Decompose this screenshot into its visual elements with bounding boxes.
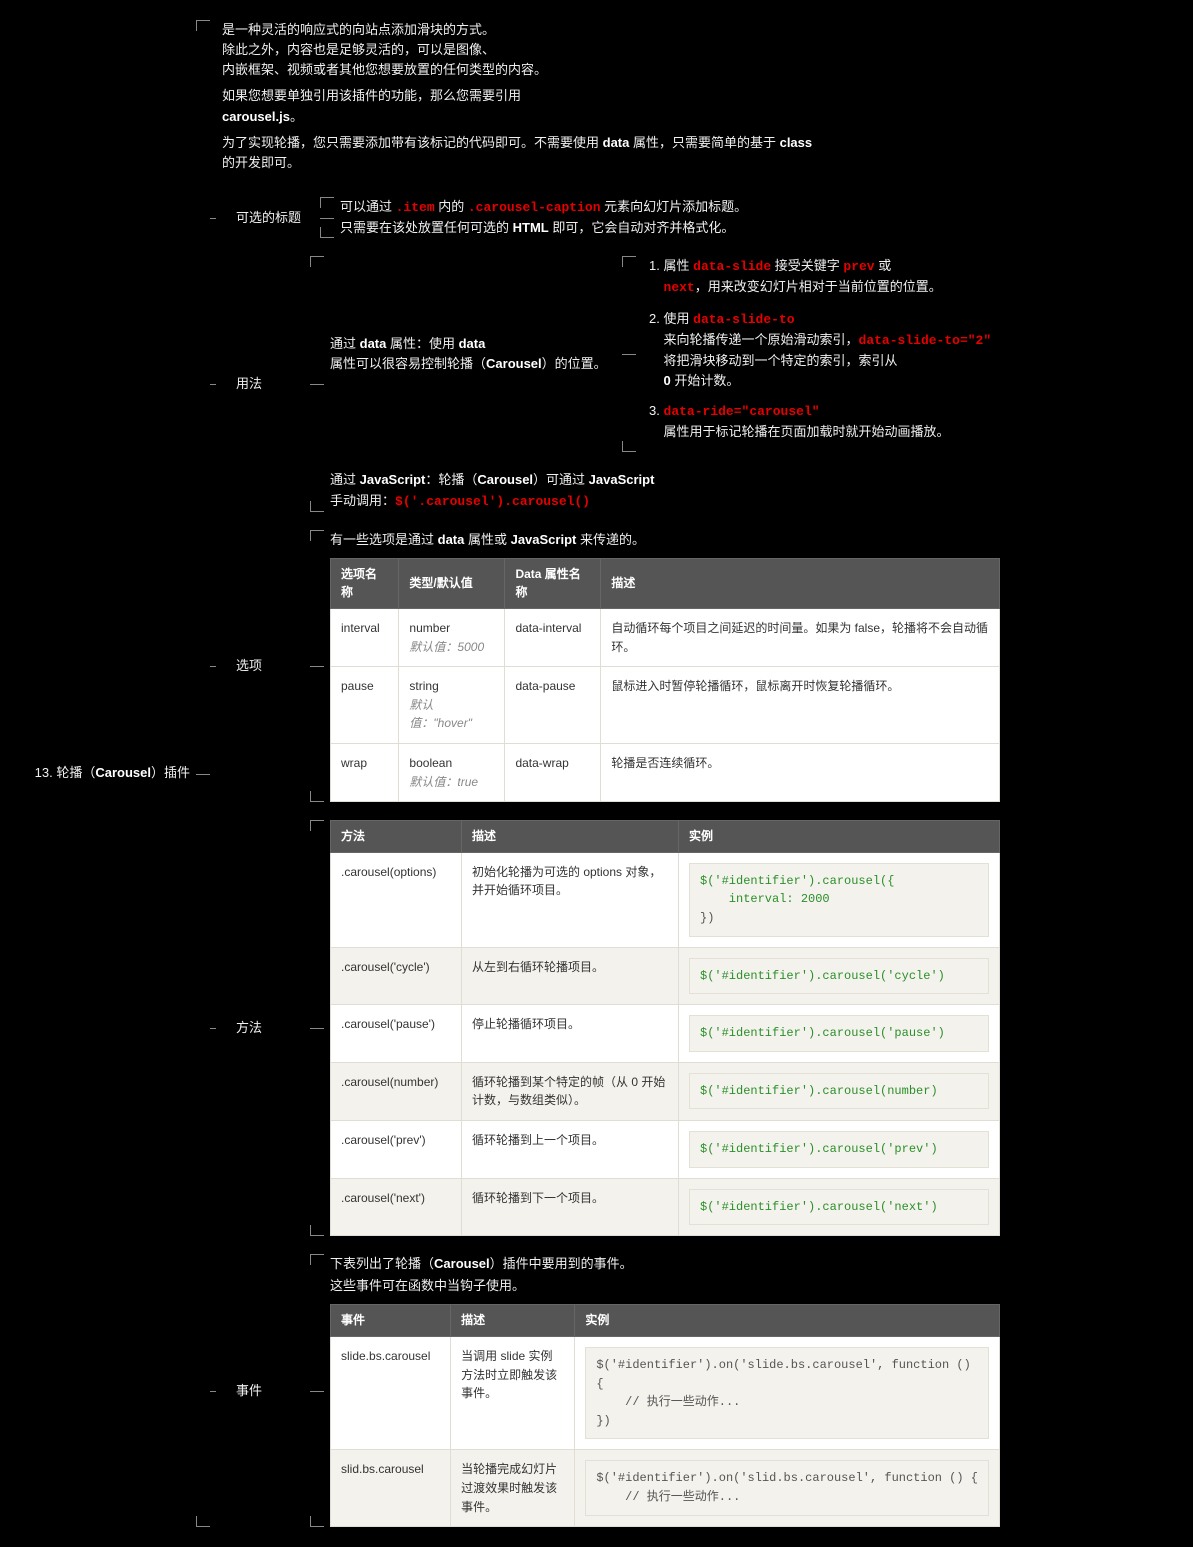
table-row: .carousel(options) 初始化轮播为可选的 options 对象，… <box>331 852 1000 947</box>
events-table: 事件 描述 实例 slide.bs.carousel 当调用 slide 实例方… <box>330 1304 1000 1527</box>
usage-list: 属性 data-slide 接受关键字 prev 或 next，用来改变幻灯片相… <box>642 256 1000 442</box>
col-ex: 实例 <box>575 1305 1000 1337</box>
bracket-icon <box>196 20 210 1527</box>
table-row: .carousel('cycle') 从左到右循环轮播项目。 $('#ident… <box>331 947 1000 1005</box>
table-row: slide.bs.carousel 当调用 slide 实例方法时立即触发该事件… <box>331 1336 1000 1449</box>
table-row: .carousel('next') 循环轮播到下一个项目。 $('#identi… <box>331 1178 1000 1236</box>
usage-label: 用法 <box>236 374 304 394</box>
table-row: .carousel('prev') 循环轮播到上一个项目。 $('#identi… <box>331 1120 1000 1178</box>
intro-block: 是一种灵活的响应式的向站点添加滑块的方式。 除此之外，内容也是足够灵活的，可以是… <box>222 20 1000 179</box>
intro-p1: 是一种灵活的响应式的向站点添加滑块的方式。 除此之外，内容也是足够灵活的，可以是… <box>222 20 832 80</box>
col-desc: 描述 <box>462 821 679 853</box>
table-row: wrap boolean默认值：true data-wrap 轮播是否连续循环。 <box>331 743 1000 801</box>
usage-body: 通过 data 属性：使用 data 属性可以很容易控制轮播（Carousel）… <box>330 256 1000 511</box>
code-sample: $('#identifier').carousel('pause') <box>689 1015 989 1052</box>
col-method: 方法 <box>331 821 462 853</box>
events-body: 下表列出了轮播（Carousel）插件中要用到的事件。 这些事件可在函数中当钩子… <box>330 1254 1000 1527</box>
code-sample: $('#identifier').carousel('next') <box>689 1189 989 1226</box>
captions-label: 可选的标题 <box>236 208 314 228</box>
bracket-icon <box>310 530 324 802</box>
code-sample: $('#identifier').carousel('cycle') <box>689 958 989 995</box>
mindmap-root: 13. 轮播（Carousel）插件 是一种灵活的响应式的向站点添加滑块的方式。… <box>10 20 1180 1527</box>
usage-item-1: 属性 data-slide 接受关键字 prev 或 next，用来改变幻灯片相… <box>664 256 1000 298</box>
bracket-icon <box>310 1254 324 1527</box>
col-type: 类型/默认值 <box>399 558 505 608</box>
col-name: 选项名称 <box>331 558 399 608</box>
table-row: interval number默认值：5000 data-interval 自动… <box>331 609 1000 667</box>
options-label: 选项 <box>236 656 304 676</box>
usage-item-3: data-ride="carousel" 属性用于标记轮播在页面加载时就开始动画… <box>664 401 1000 442</box>
usage-data-attr: 通过 data 属性：使用 data 属性可以很容易控制轮播（Carousel）… <box>330 256 1000 452</box>
code-sample: $('#identifier').carousel({ interval: 20… <box>689 863 989 937</box>
node-options: 选项 有一些选项是通过 data 属性或 JavaScript 来传递的。 选项… <box>216 530 1000 802</box>
intro-p2: 如果您想要单独引用该插件的功能，那么您需要引用 carousel.js。 <box>222 86 832 126</box>
captions-body: 可以通过 .item 内的 .carousel-caption 元素向幻灯片添加… <box>340 197 1000 238</box>
bracket-icon <box>310 256 324 511</box>
code-sample: $('#identifier').on('slide.bs.carousel',… <box>585 1347 989 1439</box>
bracket-icon <box>310 820 324 1236</box>
events-label: 事件 <box>236 1381 304 1401</box>
table-row: pause string默认值："hover" data-pause 鼠标进入时… <box>331 667 1000 744</box>
node-captions: 可选的标题 可以通过 .item 内的 .carousel-caption 元素… <box>216 197 1000 238</box>
col-event: 事件 <box>331 1305 451 1337</box>
usage-item-2: 使用 data-slide-to 来向轮播传递一个原始滑动索引，data-sli… <box>664 309 1000 392</box>
col-desc: 描述 <box>451 1305 575 1337</box>
usage-js: 通过 JavaScript：轮播（Carousel）可通过 JavaScript… <box>330 470 1000 511</box>
methods-body: 方法 描述 实例 .carousel(options) 初始化轮播为可选的 op… <box>330 820 1000 1236</box>
col-data: Data 属性名称 <box>505 558 601 608</box>
code-sample: $('#identifier').on('slid.bs.carousel', … <box>585 1460 989 1515</box>
table-row: .carousel(number) 循环轮播到某个特定的帧（从 0 开始计数，与… <box>331 1062 1000 1120</box>
methods-table: 方法 描述 实例 .carousel(options) 初始化轮播为可选的 op… <box>330 820 1000 1236</box>
table-row: .carousel('pause') 停止轮播循环项目。 $('#identif… <box>331 1005 1000 1063</box>
code-sample: $('#identifier').carousel(number) <box>689 1073 989 1110</box>
col-desc: 描述 <box>601 558 1000 608</box>
root-title: 13. 轮播（Carousel）插件 <box>10 763 190 783</box>
node-methods: 方法 方法 描述 实例 .carousel(options) 初始化轮播为可选的… <box>216 820 1000 1236</box>
node-usage: 用法 通过 data 属性：使用 data 属性可以很容易控制轮播（Carous… <box>216 256 1000 511</box>
col-ex: 实例 <box>679 821 1000 853</box>
root-num: 13. <box>35 765 53 780</box>
code-sample: $('#identifier').carousel('prev') <box>689 1131 989 1168</box>
bracket-icon <box>622 256 636 452</box>
table-row: slid.bs.carousel 当轮播完成幻灯片过渡效果时触发该事件。 $('… <box>331 1450 1000 1527</box>
intro-p3: 为了实现轮播，您只需要添加带有该标记的代码即可。不需要使用 data 属性，只需… <box>222 133 832 173</box>
options-body: 有一些选项是通过 data 属性或 JavaScript 来传递的。 选项名称 … <box>330 530 1000 802</box>
methods-label: 方法 <box>236 1018 304 1038</box>
children: 是一种灵活的响应式的向站点添加滑块的方式。 除此之外，内容也是足够灵活的，可以是… <box>216 20 1000 1527</box>
bracket-icon <box>320 197 334 238</box>
node-events: 事件 下表列出了轮播（Carousel）插件中要用到的事件。 这些事件可在函数中… <box>216 1254 1000 1527</box>
options-table: 选项名称 类型/默认值 Data 属性名称 描述 interval number… <box>330 558 1000 802</box>
